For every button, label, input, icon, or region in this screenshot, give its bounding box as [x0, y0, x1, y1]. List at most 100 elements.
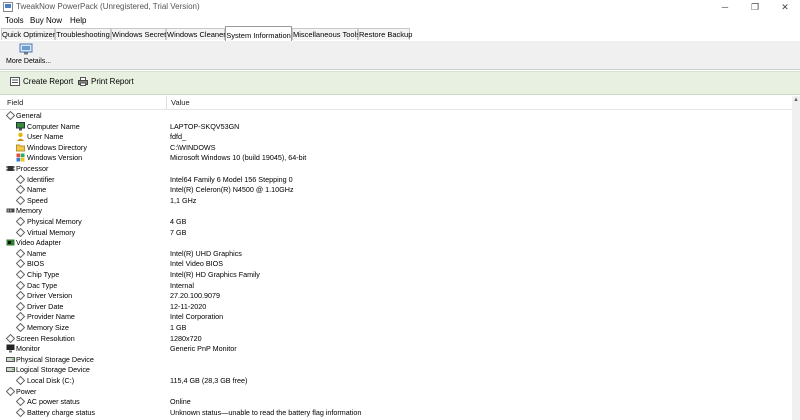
field-label: Video Adapter [16, 238, 62, 248]
drive-icon [6, 365, 15, 374]
chip-icon [6, 164, 15, 173]
field-value: Internal [170, 280, 194, 290]
field-label: Dac Type [27, 280, 58, 290]
tree-item-row[interactable]: Windows Version Microsoft Windows 10 (bui… [0, 152, 792, 163]
tree-group-row[interactable]: General [0, 110, 792, 121]
windows-icon [16, 153, 25, 162]
tree-item-row[interactable]: Speed 1,1 GHz [0, 195, 792, 206]
tree-item-row[interactable]: Physical Memory 4 GB [0, 216, 792, 227]
diamond-icon [15, 248, 26, 259]
field-value: Intel64 Family 6 Model 156 Stepping 0 [170, 174, 293, 184]
diamond-icon [15, 280, 26, 290]
field-label: Name [27, 185, 47, 195]
field-label: Battery charge status [27, 407, 95, 417]
tree-group-row[interactable]: Monitor Generic PnP Monitor [0, 343, 792, 354]
tree-group-row[interactable]: Memory [0, 205, 792, 216]
tree-item-row[interactable]: Name Intel(R) UHD Graphics [0, 248, 792, 259]
diamond-icon [5, 333, 16, 343]
field-value: Generic PnP Monitor [170, 344, 237, 354]
tab-troubleshooting[interactable]: Troubleshooting [55, 28, 111, 40]
field-value: C:\WINDOWS [170, 142, 216, 152]
tree-item-row[interactable]: Local Disk (C:) 115,4 GB (28,3 GB free) [0, 375, 792, 386]
field-value: Online [170, 397, 191, 407]
diamond-icon [15, 407, 26, 418]
tree-item-row[interactable]: Memory Size 1 GB [0, 322, 792, 333]
field-label: Physical Storage Device [16, 354, 94, 364]
field-label: Windows Directory [27, 142, 87, 152]
close-button[interactable]: ✕ [770, 0, 800, 14]
tree-item-row[interactable]: Chip Type Intel(R) HD Graphics Family [0, 269, 792, 280]
header-value[interactable]: Value [171, 98, 190, 107]
report-icon [10, 77, 20, 87]
diamond-icon [15, 290, 26, 301]
tree-item-row[interactable]: User Name fdfd_ [0, 131, 792, 142]
tree-item-row[interactable]: Provider Name Intel Corporation [0, 311, 792, 322]
tree-item-row[interactable]: Dac Type Internal [0, 280, 792, 291]
details-icon [19, 43, 33, 55]
vertical-scrollbar[interactable]: ▲ [792, 96, 800, 420]
field-value: 7 GB [170, 227, 187, 237]
tree-group-row[interactable]: Power [0, 386, 792, 397]
tab-restore-backup[interactable]: Restore Backup [358, 28, 412, 40]
menu-buy-now[interactable]: Buy Now [30, 16, 62, 25]
tree-group-row[interactable]: Physical Storage Device [0, 354, 792, 365]
tree-item-row[interactable]: Driver Version 27.20.100.9079 [0, 290, 792, 301]
drive-icon [6, 355, 15, 364]
minimize-button[interactable]: ─ [710, 0, 740, 14]
tree-item-row[interactable]: AC power status Online [0, 396, 792, 407]
menu-tools[interactable]: Tools [5, 16, 24, 25]
field-label: Chip Type [27, 270, 60, 279]
maximize-button[interactable]: ❐ [740, 0, 770, 14]
list-header: Field Value [0, 96, 800, 110]
field-value: Intel Corporation [170, 312, 224, 322]
tree-item-row[interactable]: Computer Name LAPTOP-SKQV53GN [0, 121, 792, 132]
tree-item-row[interactable]: Windows Directory C:\WINDOWS [0, 142, 792, 153]
title-bar: TweakNow PowerPack (Unregistered, Trial … [0, 0, 800, 14]
tree-item-row[interactable]: Virtual Memory 7 GB [0, 227, 792, 238]
tab-miscellaneous-tools[interactable]: Miscellaneous Tools [292, 28, 360, 40]
field-label: Driver Date [27, 301, 64, 311]
diamond-icon [15, 312, 26, 322]
create-report-button[interactable]: Create Report [10, 77, 73, 89]
tree-item-row[interactable]: Battery charge status Unknown status—unab… [0, 407, 792, 418]
tab-quick-optimizer[interactable]: Quick Optimizer [1, 28, 55, 40]
header-separator[interactable] [166, 96, 167, 109]
tree-group-row[interactable]: Video Adapter [0, 237, 792, 248]
print-report-label: Print Report [91, 77, 134, 86]
field-value: 27.20.100.9079 [170, 291, 220, 301]
print-report-button[interactable]: Print Report [78, 77, 134, 89]
field-label: General [16, 111, 42, 120]
diamond-icon [15, 375, 26, 386]
tab-windows-secret[interactable]: Windows Secret [111, 28, 166, 40]
folder-icon [16, 143, 25, 152]
more-details-button[interactable]: More Details... [6, 42, 51, 68]
menu-help[interactable]: Help [70, 16, 86, 25]
tree-item-row[interactable]: Name Intel(R) Celeron(R) N4500 @ 1.10GHz [0, 184, 792, 195]
diamond-icon [15, 322, 26, 333]
tree-group-row[interactable]: Logical Storage Device [0, 364, 792, 375]
tab-windows-cleaner[interactable]: Windows Cleaner [166, 28, 226, 40]
diamond-icon [15, 184, 26, 195]
field-value: Intel(R) HD Graphics Family [170, 270, 260, 279]
scroll-up-icon[interactable]: ▲ [793, 97, 799, 103]
tree-group-row[interactable]: Processor [0, 163, 792, 174]
tab-system-information[interactable]: System Information [225, 26, 292, 41]
tree-group-row[interactable]: Screen Resolution 1280x720 [0, 333, 792, 344]
tree-item-row[interactable]: Driver Date 12-11-2020 [0, 301, 792, 312]
field-label: Provider Name [27, 312, 75, 322]
diamond-icon [15, 216, 26, 227]
tree-item-row[interactable]: Identifier Intel64 Family 6 Model 156 Ste… [0, 174, 792, 185]
field-value: 1 GB [170, 323, 187, 332]
top-toolbar: More Details... [0, 41, 800, 70]
field-value: Intel(R) UHD Graphics [170, 248, 242, 258]
field-value: Intel Video BIOS [170, 259, 224, 269]
diamond-icon [5, 110, 16, 121]
field-value: 1280x720 [170, 333, 202, 343]
field-label: Logical Storage Device [16, 365, 90, 375]
field-label: Driver Version [27, 291, 73, 301]
window-title: TweakNow PowerPack (Unregistered, Trial … [16, 2, 200, 11]
field-label: Processor [16, 164, 49, 173]
field-value: Unknown status—unable to read the batter… [170, 407, 362, 417]
header-field[interactable]: Field [7, 98, 23, 107]
tree-item-row[interactable]: BIOS Intel Video BIOS [0, 258, 792, 269]
